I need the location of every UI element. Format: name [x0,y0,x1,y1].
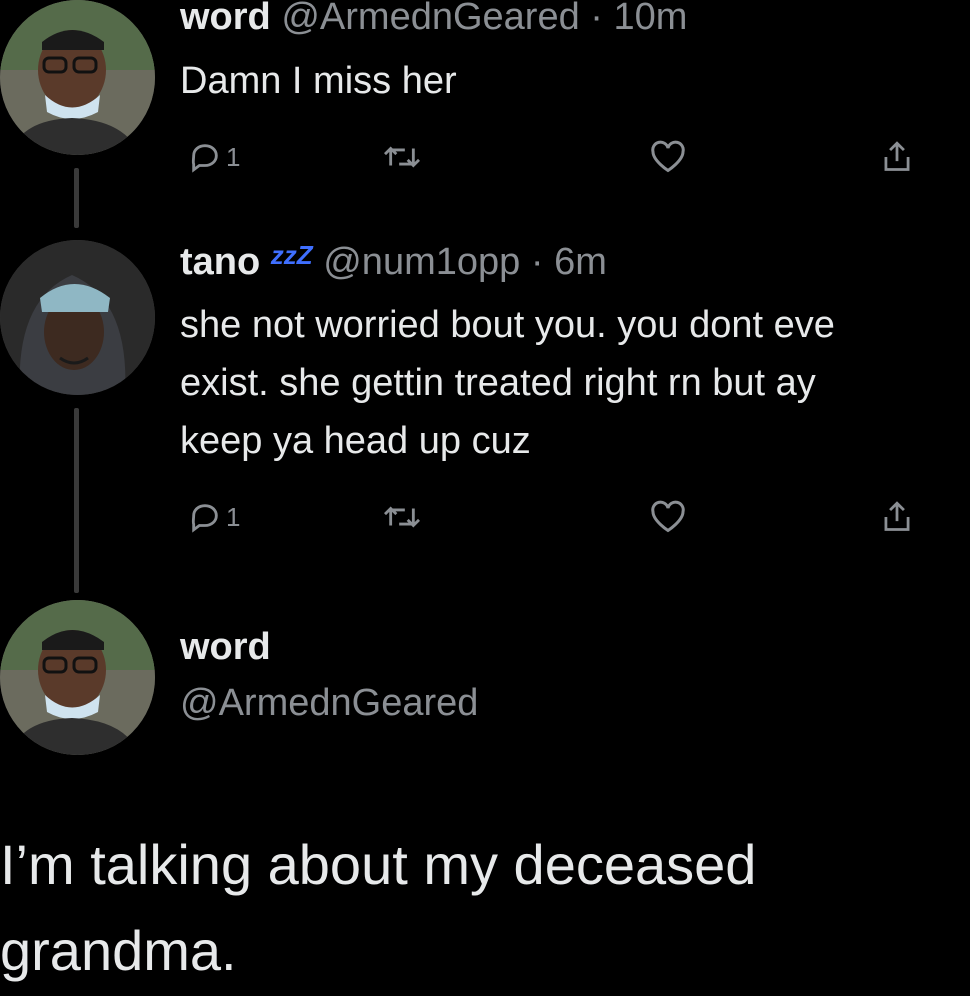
avatar-photo [0,240,155,395]
tweet-text: Damn I miss her [180,60,457,102]
timestamp[interactable]: 6m [554,241,607,283]
user-handle[interactable]: @ArmednGeared [281,0,579,38]
reply-text: I’m talking about my deceased grandma. [0,833,757,982]
display-name[interactable]: word [180,0,271,38]
reply-icon [191,144,218,173]
share-button[interactable] [880,132,914,182]
tweet-header: tano zzZ @num1opp · 6m [180,240,607,284]
avatar-word[interactable] [0,600,155,755]
reply-icon [191,504,218,533]
tweet-text-line: keep ya head up cuz [180,420,531,462]
tweet-text-line: she not worried bout you. you dont eve [180,304,835,346]
avatar-tano[interactable] [0,240,155,395]
like-icon [651,500,685,533]
status-emoji: zzZ [270,240,313,270]
retweet-icon [383,146,421,168]
share-icon [884,501,910,531]
reply-count: 1 [226,141,241,172]
display-name[interactable]: word [180,626,271,668]
display-name[interactable]: tano [180,241,260,283]
tweet-actions: 1 [180,492,940,542]
avatar-photo [0,600,155,755]
timestamp[interactable]: 10m [614,0,688,38]
reply-author-handle[interactable]: @ArmednGeared [180,682,478,725]
like-button[interactable] [650,132,686,182]
avatar-photo [0,0,155,155]
like-button[interactable] [650,492,686,542]
like-icon [651,140,685,173]
user-handle[interactable]: @num1opp [323,241,520,283]
reply-button[interactable]: 1 [188,132,240,182]
user-handle[interactable]: @ArmednGeared [180,682,478,724]
retweet-icon [383,506,421,528]
share-icon [884,141,910,171]
separator-dot: · [590,0,603,38]
reply-button[interactable]: 1 [188,492,240,542]
thread-line [74,408,79,593]
thread-line [74,168,79,228]
tweet-text: she not worried bout you. you dont eve e… [180,296,835,470]
retweet-button[interactable] [382,132,422,182]
reply-author-name[interactable]: word [180,626,271,669]
avatar-word[interactable] [0,0,155,155]
tweet-header: word @ArmednGeared · 10m [180,0,687,39]
share-button[interactable] [880,492,914,542]
tweet-actions: 1 [180,132,940,182]
tweet-text-line: exist. she gettin treated right rn but a… [180,362,816,404]
retweet-button[interactable] [382,492,422,542]
separator-dot: · [530,241,544,283]
reply-count: 1 [226,501,241,532]
